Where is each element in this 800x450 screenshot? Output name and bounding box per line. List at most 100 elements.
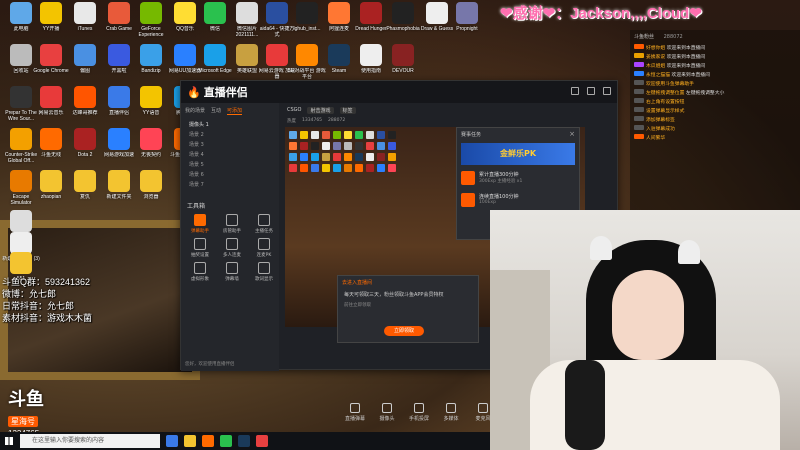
toolbox-item[interactable]: 多人连麦 <box>217 238 247 258</box>
taskbar-search[interactable]: 在这里输入你要搜索的内容 <box>20 434 160 448</box>
level-badge-icon <box>634 134 644 139</box>
bottom-tool-button[interactable]: 摄像头 <box>375 403 399 422</box>
desktop-icon[interactable]: GeForce Experience <box>132 2 170 38</box>
scene-item[interactable]: 场景 7 <box>181 179 279 189</box>
tab-addable[interactable]: 可添加 <box>227 107 243 115</box>
tab-interact[interactable]: 互动 <box>211 107 221 115</box>
app-icon <box>10 170 32 192</box>
preview-icon <box>300 164 308 172</box>
desktop-icon[interactable]: 无畏契约 <box>132 128 170 164</box>
level-badge-icon <box>634 89 644 94</box>
toolbox-item[interactable]: 歌词显示 <box>249 262 279 282</box>
scene-list: 场景 2 场景 3 场景 4 场景 5 场景 6 场景 7 <box>181 129 279 189</box>
preview-icon <box>388 131 396 139</box>
desktop-icon[interactable]: Google Chrome <box>32 44 70 80</box>
scene-camera-1[interactable]: 摄像头 1 <box>181 119 279 129</box>
room-category[interactable]: 射击游戏 <box>307 107 334 114</box>
desktop-icon[interactable]: 复仇 <box>66 170 104 206</box>
task-item[interactable]: 连续直播100分钟 100Exp <box>457 189 579 211</box>
desktop-icon[interactable]: zhaopian <box>32 170 70 206</box>
close-icon[interactable]: × <box>569 130 575 138</box>
desktop-icon-label: 斗鱼无线 <box>40 152 61 158</box>
cat-ear-left <box>590 236 612 260</box>
scene-tabs: 我的场景 互动 可添加 <box>181 103 279 119</box>
tool-icon <box>194 262 206 274</box>
start-button[interactable] <box>0 432 18 450</box>
preview-icon <box>366 142 374 150</box>
scene-item[interactable]: 场景 3 <box>181 139 279 149</box>
toolbox-item[interactable]: 虚拟形象 <box>185 262 215 282</box>
maximize-icon[interactable] <box>587 87 595 95</box>
desktop-icon[interactable]: 达峰哥推荐 <box>66 86 104 122</box>
task-banner[interactable]: 金鲜乐PK <box>461 143 575 165</box>
minimize-icon[interactable] <box>571 87 579 95</box>
claim-button[interactable]: 立即领取 <box>384 326 424 336</box>
chat-line: 入驻弹幕成功 <box>630 124 800 133</box>
bottom-tool-button[interactable]: 直播弹幕 <box>343 403 367 422</box>
preview-icon <box>322 153 330 161</box>
desktop-icon[interactable]: 斗鱼无线 <box>32 128 70 164</box>
preview-icon <box>311 164 319 172</box>
desktop-icon[interactable]: DEVOUR <box>384 44 422 80</box>
room-tag[interactable]: 标签 <box>339 107 356 114</box>
chat-message: 欢迎来到本直播间 <box>670 73 710 78</box>
preview-icon <box>377 164 385 172</box>
chrome-icon[interactable] <box>256 435 268 447</box>
task-item[interactable]: 累计直播300分钟 300Exp 主播经验 x1 <box>457 167 579 189</box>
desktop-icon[interactable]: Dota 2 <box>66 128 104 164</box>
app-icon <box>360 44 382 66</box>
steam-icon[interactable] <box>238 435 250 447</box>
desktop-icon[interactable]: 浏览器 <box>132 170 170 206</box>
app-icon <box>40 44 62 66</box>
desktop-icon[interactable]: iTunes <box>66 2 104 38</box>
toolbox-item[interactable]: 连麦PK <box>249 238 279 258</box>
app-icon <box>140 44 162 66</box>
toolbox-item[interactable]: 弹幕墙 <box>217 262 247 282</box>
edge-icon[interactable] <box>166 435 178 447</box>
scene-item[interactable]: 场景 4 <box>181 149 279 159</box>
level-badge-icon <box>634 62 644 67</box>
preview-icon <box>377 142 385 150</box>
preview-icon <box>289 131 297 139</box>
desktop-icon[interactable]: Propnight <box>448 2 486 38</box>
wechat-icon[interactable] <box>220 435 232 447</box>
desktop-icon-label: Bandizip <box>141 68 161 74</box>
streamer-app-icon[interactable] <box>202 435 214 447</box>
chat-user: 添加弹幕标签 <box>646 118 675 123</box>
preview-icon <box>289 164 297 172</box>
desktop-icon[interactable]: Phasmophobia <box>384 2 422 38</box>
scene-item[interactable]: 场景 2 <box>181 129 279 139</box>
scene-item[interactable]: 场景 5 <box>181 159 279 169</box>
app-icon <box>328 44 350 66</box>
tool-icon <box>226 238 238 250</box>
app-icon <box>108 128 130 150</box>
close-icon[interactable] <box>603 87 611 95</box>
desktop-icon[interactable]: Bandizip <box>132 44 170 80</box>
taskbar: 在这里输入你要搜索的内容 <box>0 432 490 450</box>
desktop-icon-label: YY开播 <box>42 26 60 32</box>
tab-my-scenes[interactable]: 我的场景 <box>185 107 205 115</box>
folder-icon[interactable] <box>184 435 196 447</box>
app-icon <box>236 44 258 66</box>
app-bottom-hint: 您好，欢迎使用直播伴侣 <box>185 362 235 367</box>
scene-item[interactable]: 场景 6 <box>181 169 279 179</box>
desktop-icon[interactable]: 网易云音乐 <box>32 86 70 122</box>
chat-line: 姜姨家说 欢迎来到本直播间 <box>630 52 800 61</box>
preview-icon <box>344 153 352 161</box>
desktop-icon-label: 网易云音乐 <box>38 110 64 116</box>
bottom-tool-button[interactable]: 多媒体 <box>439 403 463 422</box>
bottom-tool-button[interactable]: 手机投屏 <box>407 403 431 422</box>
level-badge-icon <box>634 44 644 49</box>
tool-icon <box>194 214 206 226</box>
desktop-icon-label: 无畏契约 <box>140 152 161 158</box>
toolbox-item[interactable]: 弹幕助手 <box>185 214 215 234</box>
preview-icon <box>366 131 374 139</box>
toolbox-item[interactable]: 房管助手 <box>217 214 247 234</box>
desktop-icon[interactable]: YY语音 <box>132 86 170 122</box>
desktop-icon[interactable]: 偏图 <box>66 44 104 80</box>
preview-icon <box>355 164 363 172</box>
desktop-icon[interactable]: YY开播 <box>32 2 70 38</box>
room-game[interactable]: CSGO <box>287 107 301 114</box>
toolbox-item[interactable]: 主播任务 <box>249 214 279 234</box>
toolbox-item[interactable]: 抽奖设置 <box>185 238 215 258</box>
